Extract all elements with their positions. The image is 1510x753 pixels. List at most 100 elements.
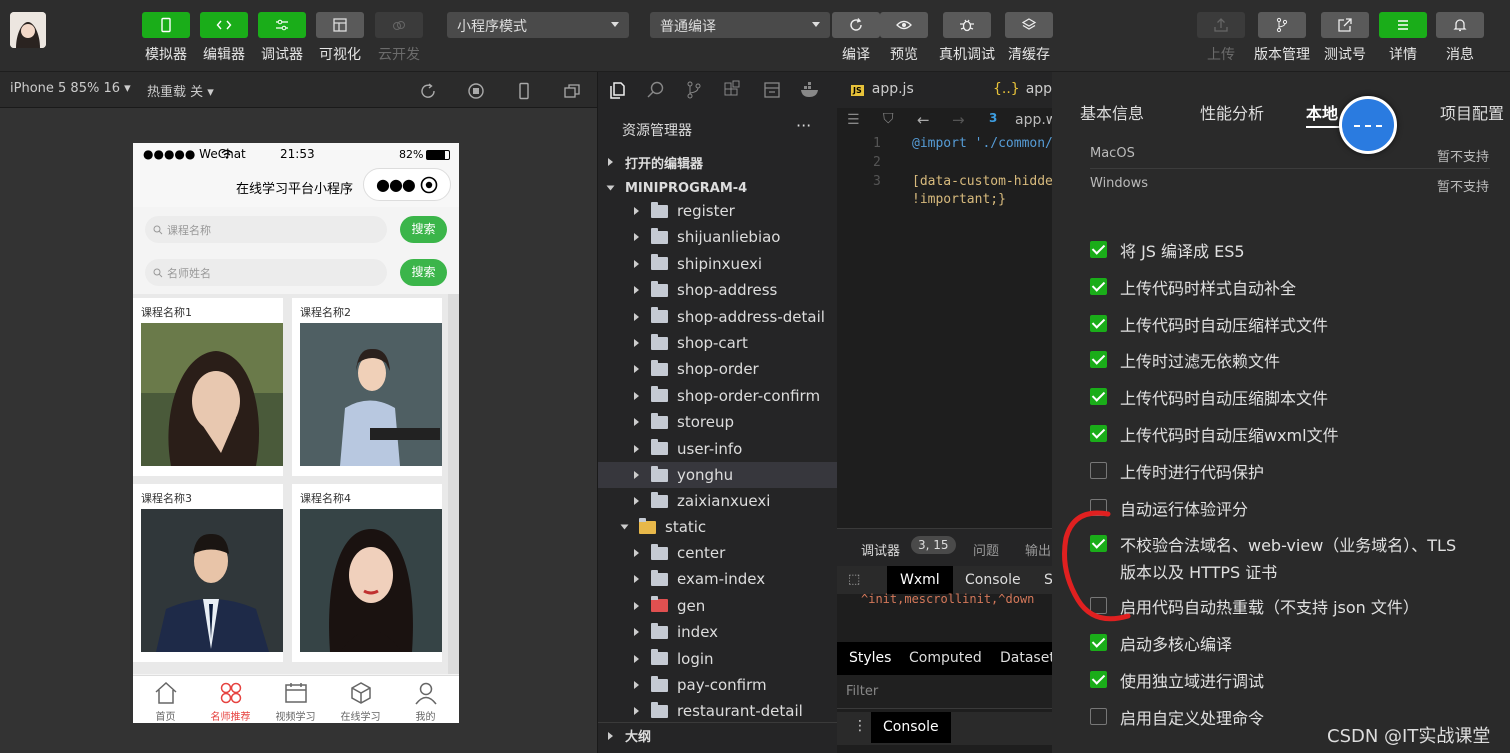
folder-shijuanliebiao[interactable]: shijuanliebiao <box>598 224 838 250</box>
course-card[interactable]: 课程名称3 <box>133 484 283 662</box>
computed-tab[interactable]: Computed <box>909 650 982 666</box>
folder-index[interactable]: index <box>598 619 838 645</box>
teacher-search-button[interactable]: 搜索 <box>400 259 447 286</box>
tab-local-settings[interactable]: 本地 <box>1306 100 1338 124</box>
folder-center[interactable]: center <box>598 540 838 566</box>
upload-button[interactable] <box>1197 12 1245 38</box>
folder-shop-cart[interactable]: shop-cart <box>598 330 838 356</box>
checkbox[interactable] <box>1090 388 1107 406</box>
test-account-button[interactable] <box>1321 12 1369 38</box>
open-editors-section[interactable]: 打开的编辑器 <box>598 149 838 175</box>
version-button[interactable] <box>1258 12 1306 38</box>
folder-user-info[interactable]: user-info <box>598 436 838 462</box>
tab-app-json[interactable]: {..}app.j <box>993 81 1052 97</box>
folder-yonghu[interactable]: yonghu <box>598 462 838 488</box>
folder-shop-address-detail[interactable]: shop-address-detail <box>598 304 838 330</box>
course-card[interactable]: 课程名称2 <box>292 298 442 476</box>
folder-storeup[interactable]: storeup <box>598 409 838 435</box>
folder-pay-confirm[interactable]: pay-confirm <box>598 672 838 698</box>
remote-debug-button[interactable] <box>943 12 991 38</box>
folder-shop-address[interactable]: shop-address <box>598 277 838 303</box>
sources-tab[interactable]: S <box>1044 572 1052 588</box>
kebab-menu-icon[interactable]: ⋮ <box>853 718 867 734</box>
checkbox-label[interactable]: 不校验合法域名、web-view（业务域名）、TLS 版本以及 HTTPS 证书 <box>1120 532 1456 583</box>
compile-select[interactable]: 普通编译 <box>650 12 830 38</box>
checkbox-label[interactable]: 上传时过滤无依赖文件 <box>1120 348 1280 372</box>
details-button[interactable] <box>1379 12 1427 38</box>
problems-tab[interactable]: 问题 <box>973 540 999 559</box>
console-tab[interactable]: Console <box>965 572 1021 588</box>
avatar[interactable] <box>10 12 46 48</box>
checkbox-label[interactable]: 使用独立域进行调试 <box>1120 668 1264 692</box>
checkbox[interactable] <box>1090 461 1107 479</box>
checkbox[interactable] <box>1090 277 1107 295</box>
visual-toggle[interactable] <box>316 12 364 38</box>
filter-input[interactable]: Filter <box>837 675 1052 709</box>
teacher-search-input[interactable]: 名师姓名 <box>145 259 387 286</box>
hot-reload-select[interactable]: 热重载 关 ▾ <box>147 81 214 100</box>
device-icon[interactable] <box>515 82 533 100</box>
tab-basic-info[interactable]: 基本信息 <box>1080 100 1144 124</box>
floating-assistant-icon[interactable] <box>1339 96 1397 154</box>
console-drawer-tab[interactable]: Console <box>871 712 951 743</box>
simulator-toggle[interactable] <box>142 12 190 38</box>
folder-register[interactable]: register <box>598 198 838 224</box>
course-search-input[interactable]: 课程名称 <box>145 216 387 243</box>
more-icon[interactable]: ●●● <box>376 175 416 194</box>
folder-gen[interactable]: gen <box>598 593 838 619</box>
docker-icon[interactable] <box>799 80 821 100</box>
checkbox[interactable] <box>1090 425 1107 442</box>
tab-app-js[interactable]: JS app.js <box>851 81 914 97</box>
editor-toggle[interactable] <box>200 12 248 38</box>
checkbox-label[interactable]: 启用自定义处理命令 <box>1120 705 1264 729</box>
checkbox-label[interactable]: 启用代码自动热重载（不支持 json 文件） <box>1120 594 1419 618</box>
tab-performance[interactable]: 性能分析 <box>1200 100 1264 124</box>
folder-exam-index[interactable]: exam-index <box>598 566 838 592</box>
wxml-tab[interactable]: Wxml <box>887 566 953 594</box>
scrollbar[interactable] <box>448 294 459 674</box>
checkbox[interactable] <box>1090 351 1107 369</box>
folder-shop-order[interactable]: shop-order <box>598 356 838 382</box>
checkbox-label[interactable]: 上传代码时样式自动补全 <box>1120 275 1296 299</box>
course-search-button[interactable]: 搜索 <box>400 216 447 243</box>
output-tab[interactable]: 输出 <box>1025 540 1051 559</box>
clear-cache-button[interactable] <box>1005 12 1053 38</box>
code-line[interactable]: @import './common/ <box>912 136 1052 151</box>
checkbox[interactable] <box>1090 634 1107 652</box>
preview-button[interactable] <box>880 12 928 38</box>
tab-teachers[interactable]: 名师推荐 <box>198 680 263 723</box>
inspect-cursor-icon[interactable]: ⬚ <box>848 572 860 587</box>
device-select[interactable]: iPhone 5 85% 16 ▾ <box>10 81 131 96</box>
checkbox-label[interactable]: 上传代码时自动压缩脚本文件 <box>1120 385 1328 409</box>
folder-static[interactable]: static <box>598 514 838 540</box>
code-line[interactable]: !important;} <box>912 192 1006 207</box>
search-icon[interactable] <box>646 80 666 100</box>
checkbox-label[interactable]: 上传代码时自动压缩样式文件 <box>1120 312 1328 336</box>
mode-select[interactable]: 小程序模式 <box>447 12 629 38</box>
tab-online[interactable]: 在线学习 <box>328 680 393 723</box>
bookmark-icon[interactable]: ⛉ <box>883 111 894 127</box>
course-card[interactable]: 课程名称4 <box>292 484 442 662</box>
popout-icon[interactable] <box>563 82 581 100</box>
tab-home[interactable]: 首页 <box>133 680 198 723</box>
breadcrumb[interactable]: app.w <box>1015 112 1052 128</box>
folder-login[interactable]: login <box>598 646 838 672</box>
folder-restaurant-detail[interactable]: restaurant-detail <box>598 698 838 724</box>
tab-project-config[interactable]: 项目配置 <box>1440 100 1504 124</box>
files-icon[interactable] <box>608 80 628 100</box>
rotate-icon[interactable] <box>419 82 437 100</box>
course-card[interactable]: 课程名称1 <box>133 298 283 476</box>
folder-shop-order-confirm[interactable]: shop-order-confirm <box>598 383 838 409</box>
debugger-toggle[interactable] <box>258 12 306 38</box>
folder-zaixianxuexi[interactable]: zaixianxuexi <box>598 488 838 514</box>
checkbox[interactable] <box>1090 671 1107 688</box>
messages-button[interactable] <box>1436 12 1484 38</box>
close-capsule-icon[interactable] <box>420 176 438 194</box>
checkbox-label[interactable]: 上传时进行代码保护 <box>1120 459 1264 483</box>
panel-icon[interactable] <box>762 80 782 100</box>
styles-tab[interactable]: Styles <box>849 650 891 666</box>
code-line[interactable]: [data-custom-hidde <box>912 174 1052 189</box>
stop-icon[interactable] <box>467 82 485 100</box>
checkbox-label[interactable]: 上传代码时自动压缩wxml文件 <box>1120 422 1339 446</box>
back-arrow-icon[interactable]: ← <box>917 111 930 129</box>
